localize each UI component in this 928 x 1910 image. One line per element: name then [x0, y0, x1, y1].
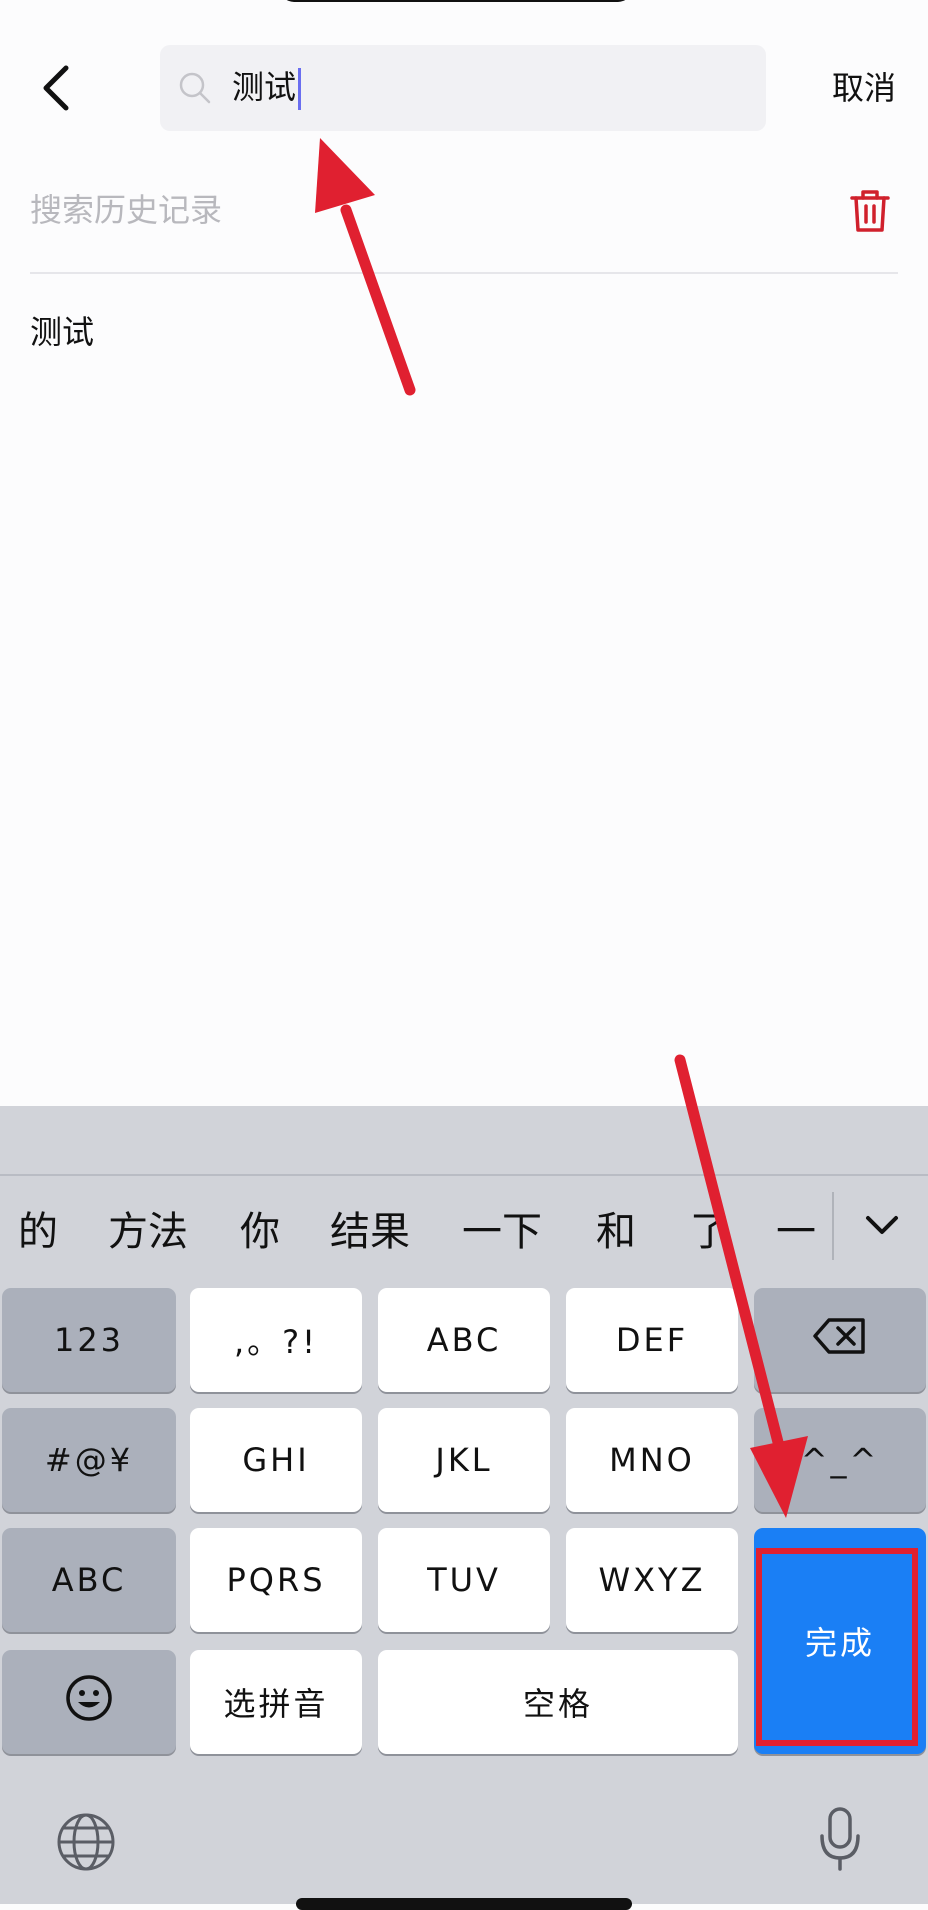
arrow-to-search [315, 138, 416, 396]
arrow-to-done [674, 1054, 808, 1518]
annotation-arrows [315, 138, 808, 1518]
